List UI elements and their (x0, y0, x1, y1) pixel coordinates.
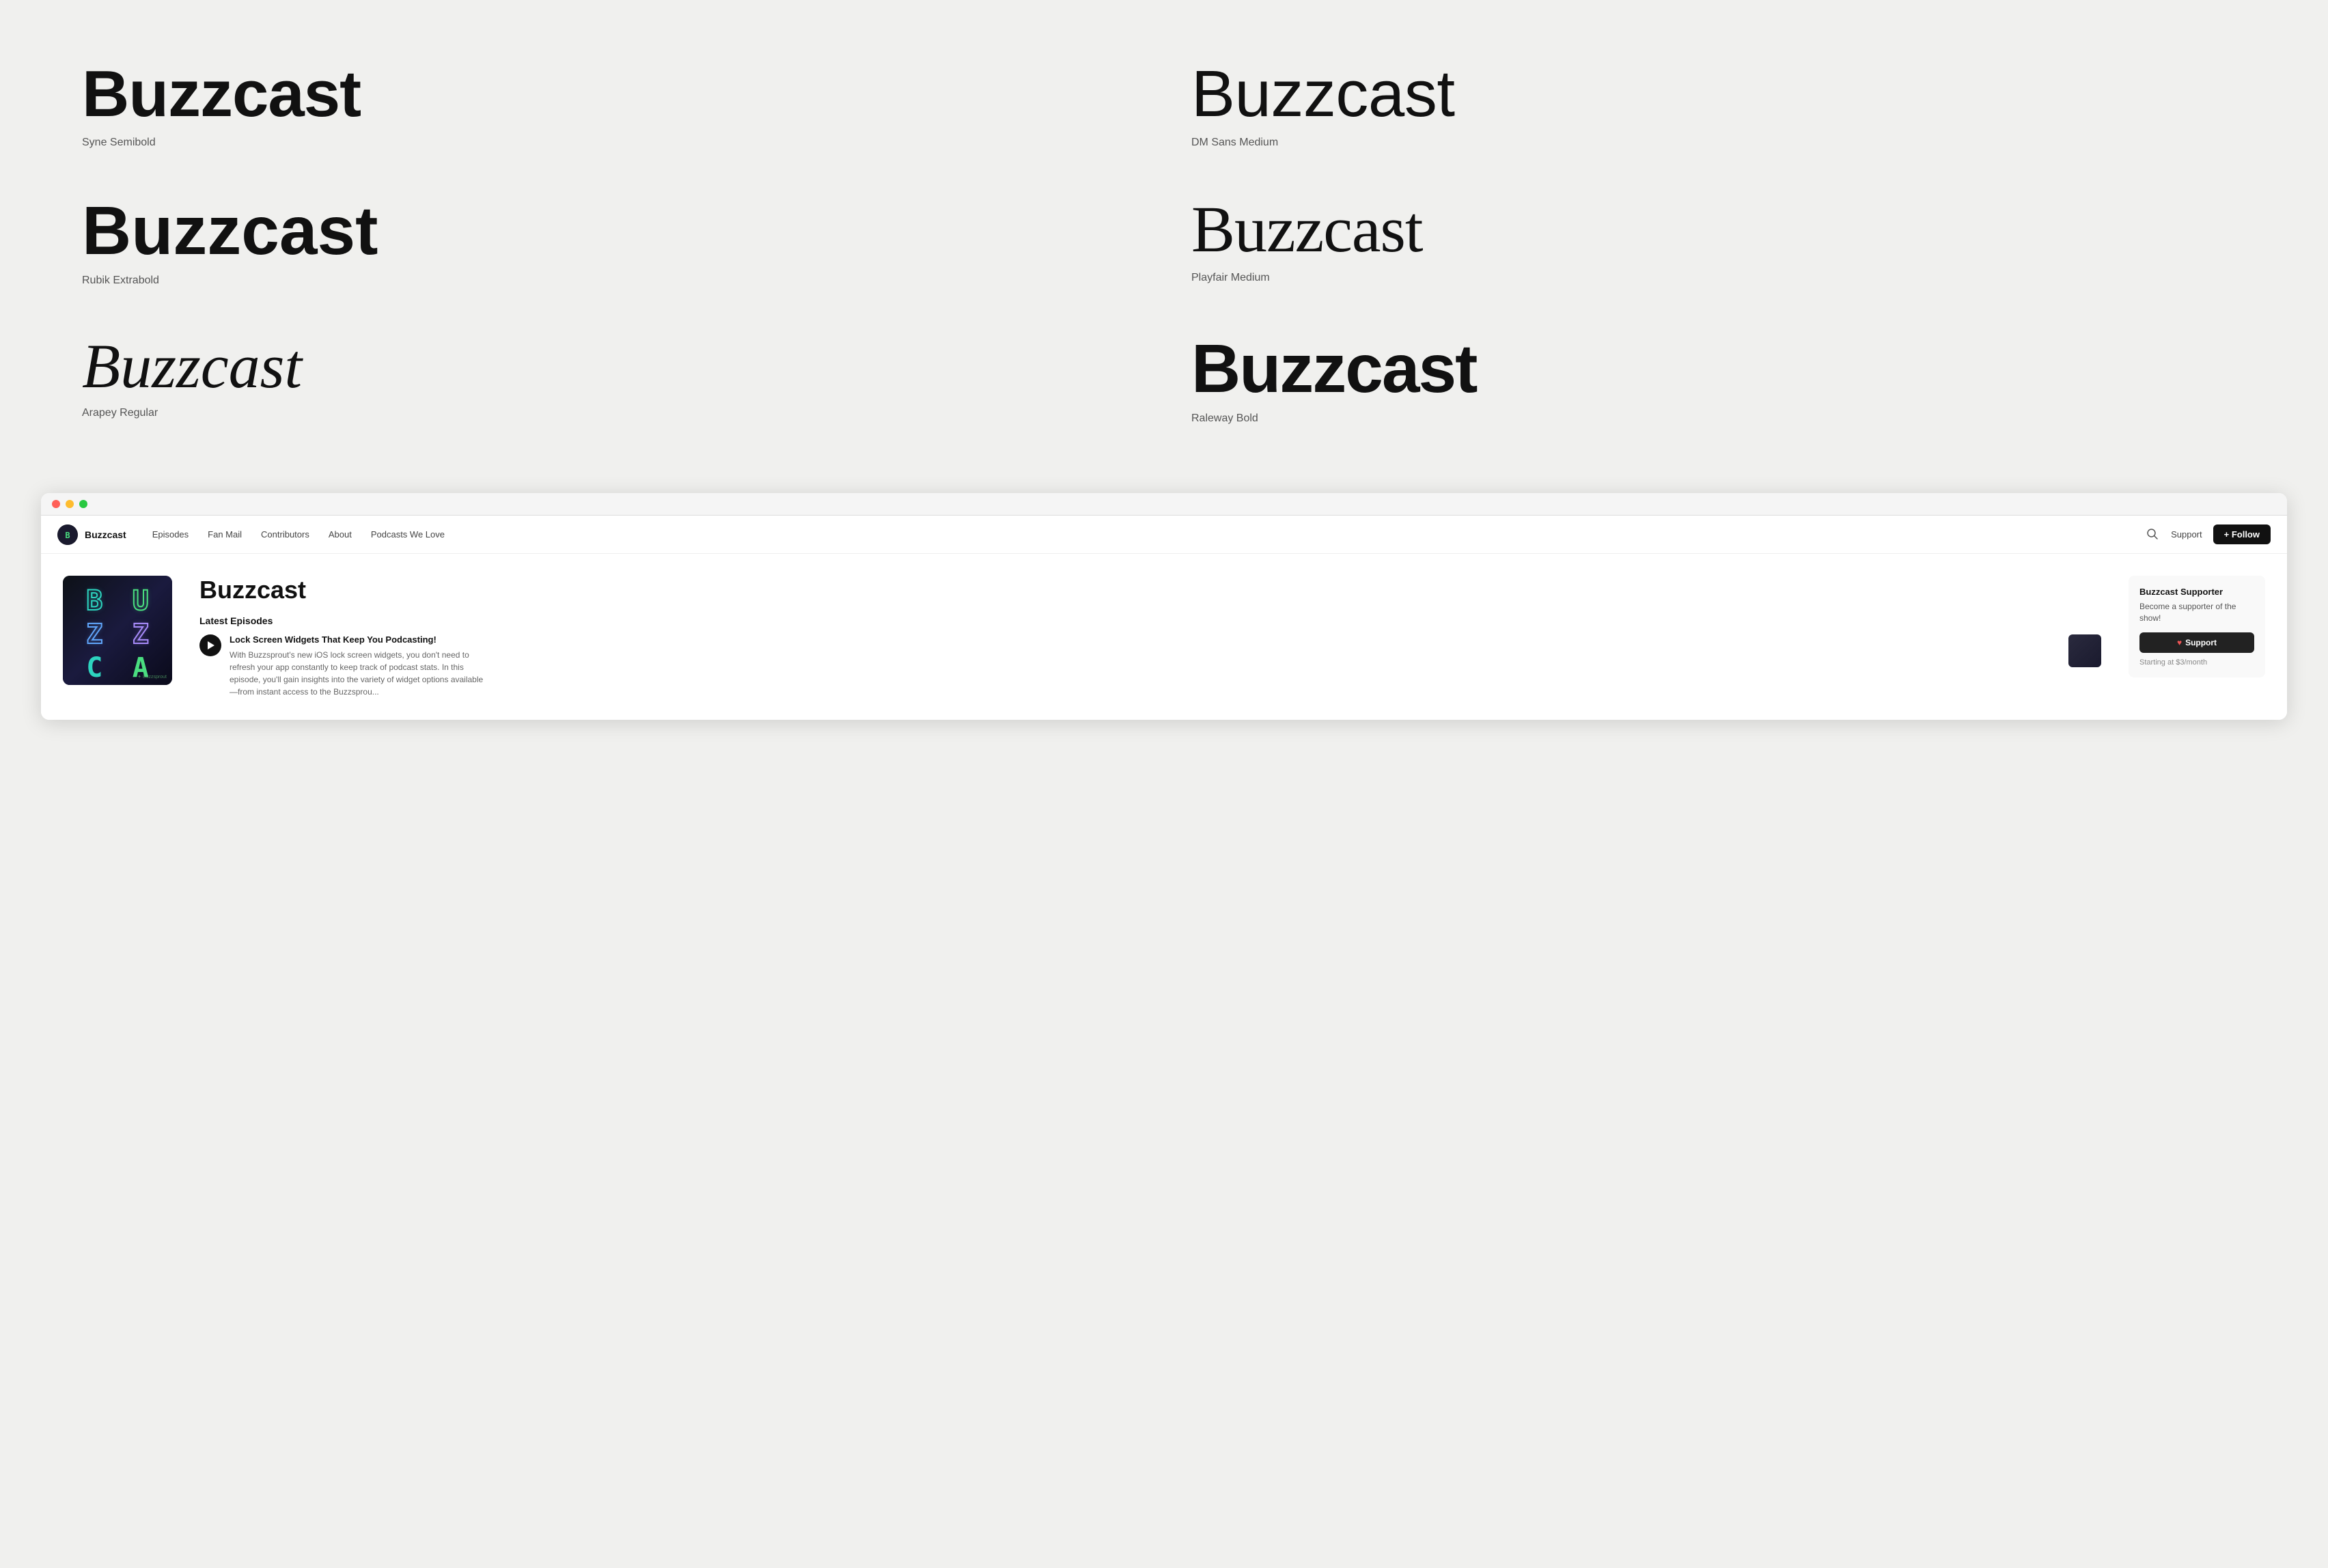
browser-chrome (41, 493, 2287, 516)
nav-links: Episodes Fan Mail Contributors About Pod… (143, 516, 2146, 554)
podcast-navbar: B Buzzcast Episodes Fan Mail Contributor… (41, 516, 2287, 554)
podcast-main: Buzzcast Latest Episodes Lock Screen Wid… (199, 576, 2101, 698)
search-icon[interactable] (2146, 528, 2160, 542)
close-dot[interactable] (52, 500, 60, 508)
minimize-dot[interactable] (66, 500, 74, 508)
cover-letter-u: U (119, 585, 163, 617)
font-label-playfair: Playfair Medium (1191, 272, 1270, 283)
nav-link-fan-mail[interactable]: Fan Mail (198, 516, 251, 554)
nav-link-podcasts-we-love[interactable]: Podcasts We Love (361, 516, 454, 554)
cover-letter-c: C (72, 652, 117, 684)
font-showcase: Buzzcast Syne Semibold Buzzcast DM Sans … (0, 0, 2328, 479)
nav-link-about[interactable]: About (319, 516, 361, 554)
starting-at-text: Starting at $3/month (2139, 658, 2254, 667)
supporter-card: Buzzcast Supporter Become a supporter of… (2129, 576, 2265, 677)
font-label-arapey: Arapey Regular (82, 407, 158, 419)
font-item-raleway: Buzzcast Raleway Bold (1164, 314, 2273, 452)
nav-brand-name: Buzzcast (85, 529, 126, 540)
brand-avatar: B (57, 524, 78, 545)
play-button[interactable] (199, 634, 221, 656)
font-label-raleway: Raleway Bold (1191, 412, 1258, 424)
font-display-raleway: Buzzcast (1191, 335, 2246, 403)
font-item-syne: Buzzcast Syne Semibold (55, 41, 1164, 176)
episode-text: Lock Screen Widgets That Keep You Podcas… (230, 634, 2060, 698)
follow-button[interactable]: + Follow (2213, 524, 2271, 544)
buzzsprout-logo: ✦ Buzzsprout (137, 674, 167, 680)
cover-letter-z2: Z (119, 619, 163, 650)
episode-thumbnail (2068, 634, 2101, 667)
svg-text:B: B (65, 531, 70, 540)
heart-icon: ♥ (2177, 638, 2182, 647)
font-label-rubik: Rubik Extrabold (82, 275, 159, 286)
support-button[interactable]: ♥ Support (2139, 632, 2254, 653)
font-item-rubik: Buzzcast Rubik Extrabold (55, 176, 1164, 314)
cover-letter-z1: Z (72, 619, 117, 650)
font-label-dm-sans: DM Sans Medium (1191, 137, 1278, 148)
episode-row: Lock Screen Widgets That Keep You Podcas… (230, 634, 2101, 698)
episode-details: Lock Screen Widgets That Keep You Podcas… (230, 634, 2101, 698)
cover-letter-b: B (72, 585, 117, 617)
podcast-sidebar: Buzzcast Supporter Become a supporter of… (2129, 576, 2265, 698)
cover-grid: B U Z Z C A S T (63, 576, 172, 685)
maximize-dot[interactable] (79, 500, 87, 508)
nav-link-contributors[interactable]: Contributors (251, 516, 319, 554)
supporter-card-title: Buzzcast Supporter (2139, 587, 2254, 597)
play-triangle-icon (208, 641, 214, 649)
episode-description: With Buzzsprout's new iOS lock screen wi… (230, 649, 489, 698)
support-button-label: Support (2185, 638, 2217, 647)
font-item-dm-sans: Buzzcast DM Sans Medium (1164, 41, 2273, 176)
cover-art-inner: B U Z Z C A S T ✦ Buzzsprout (63, 576, 172, 685)
podcast-content: B U Z Z C A S T ✦ Buzzsprout Buzzcast La… (41, 554, 2287, 720)
latest-episodes-label: Latest Episodes (199, 615, 2101, 626)
nav-brand[interactable]: B Buzzcast (57, 524, 126, 545)
nav-link-episodes[interactable]: Episodes (143, 516, 198, 554)
font-display-arapey: Buzzcast (82, 335, 1137, 397)
font-display-dm-sans: Buzzcast (1191, 61, 2246, 127)
font-label-syne: Syne Semibold (82, 137, 156, 148)
episode-item: Lock Screen Widgets That Keep You Podcas… (199, 634, 2101, 698)
nav-support-link[interactable]: Support (2171, 529, 2202, 540)
font-display-syne: Buzzcast (82, 61, 1137, 127)
nav-right: Support + Follow (2146, 524, 2271, 544)
supporter-card-description: Become a supporter of the show! (2139, 601, 2254, 624)
font-display-rubik: Buzzcast (82, 197, 1137, 265)
episode-title: Lock Screen Widgets That Keep You Podcas… (230, 634, 2060, 645)
font-item-arapey: Buzzcast Arapey Regular (55, 314, 1164, 452)
podcast-cover-art: B U Z Z C A S T ✦ Buzzsprout (63, 576, 172, 685)
podcast-title: Buzzcast (199, 576, 2101, 604)
browser-window: B Buzzcast Episodes Fan Mail Contributor… (41, 493, 2287, 720)
font-display-playfair: Buzzcast (1191, 197, 2246, 262)
font-item-playfair: Buzzcast Playfair Medium (1164, 176, 2273, 314)
